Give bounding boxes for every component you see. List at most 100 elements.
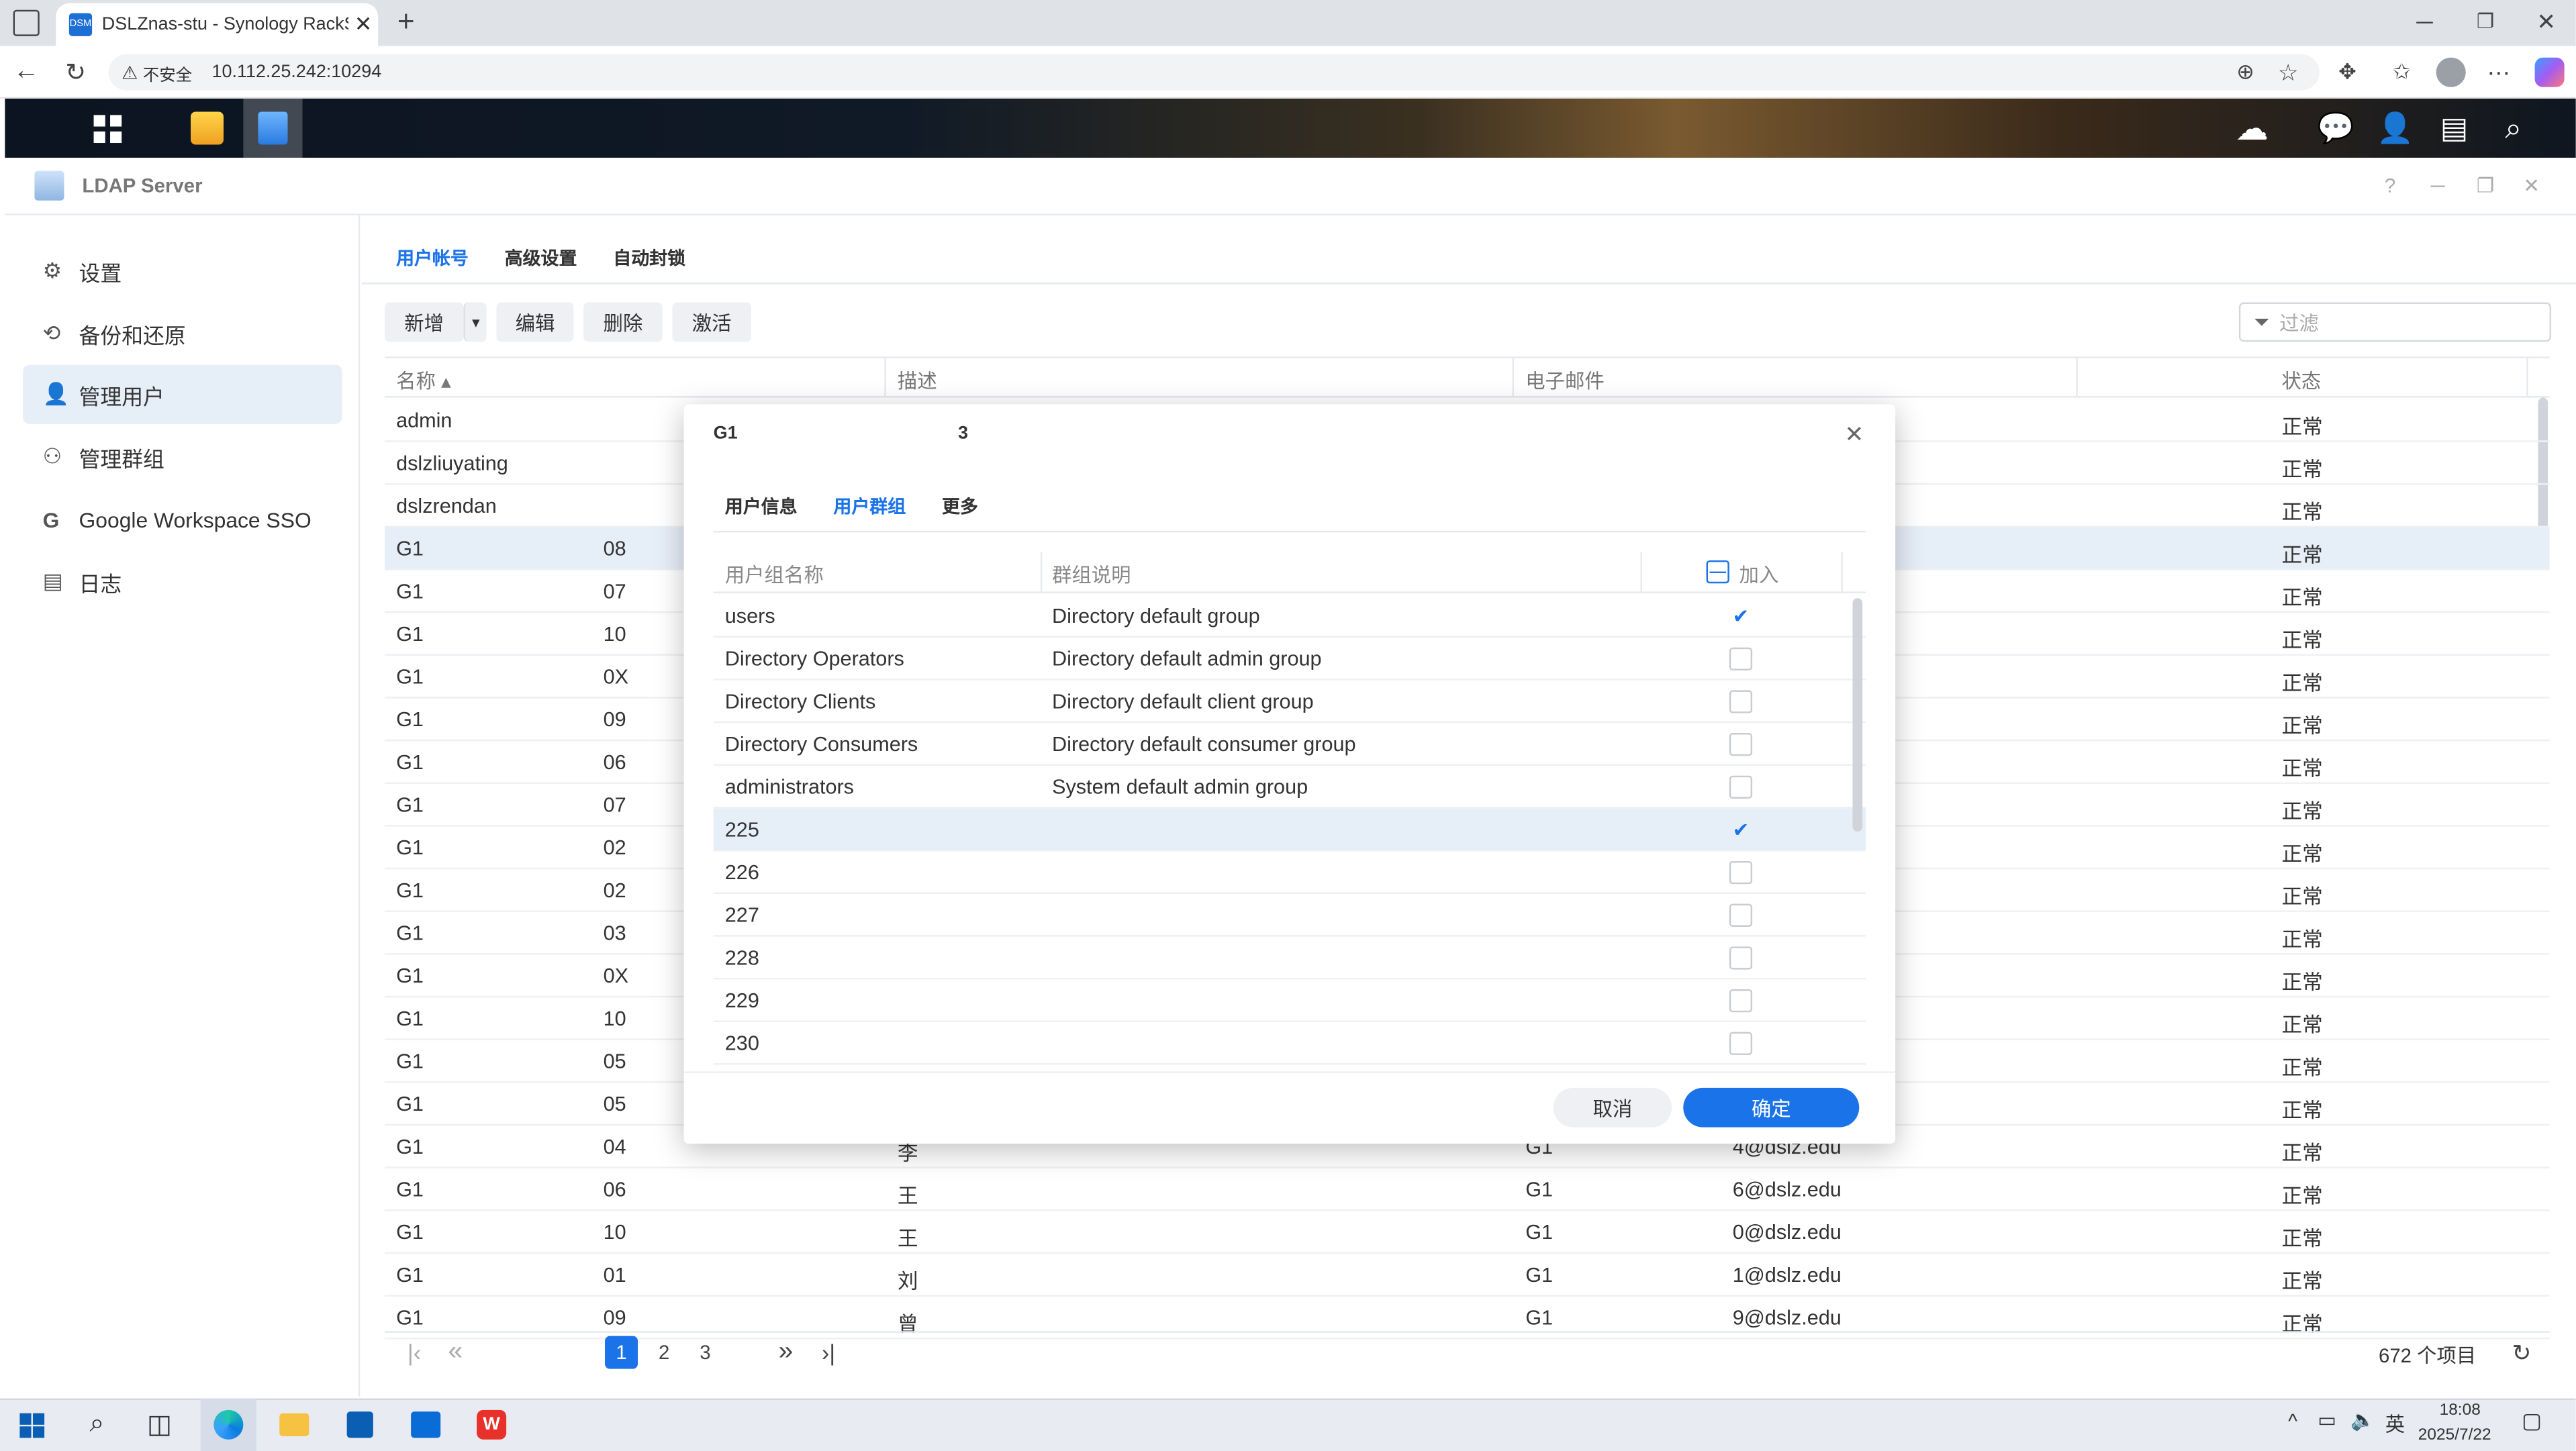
join-checkbox[interactable] [1729, 989, 1753, 1013]
favorite-star-icon[interactable]: ☆ [2275, 58, 2301, 85]
column-group-desc[interactable]: 群组说明 [1052, 560, 1131, 589]
column-status[interactable]: 状态 [2282, 366, 2322, 395]
zoom-icon[interactable]: ⊕ [2232, 59, 2258, 85]
table-row[interactable]: G1 01 刘 G1 1@dslz.edu 正常 [384, 1254, 2550, 1297]
window-close-icon[interactable]: ✕ [2520, 174, 2543, 197]
activate-button[interactable]: 激活 [672, 302, 751, 342]
back-icon[interactable]: ← [10, 56, 43, 89]
sidebar-item-backup[interactable]: ⟲ 备份和还原 [23, 304, 342, 363]
ldap-app-icon[interactable] [243, 98, 303, 158]
help-icon[interactable]: ? [2379, 174, 2401, 197]
windows-start-icon[interactable] [3, 1399, 59, 1451]
refresh-icon[interactable]: ↻ [59, 56, 92, 89]
add-dropdown-icon[interactable]: ▼ [463, 302, 487, 342]
more-menu-icon[interactable]: ⋯ [2485, 58, 2512, 85]
group-row[interactable]: 229 [713, 979, 1866, 1022]
wps-office-icon[interactable]: W [463, 1399, 519, 1451]
edit-button[interactable]: 编辑 [496, 302, 574, 342]
join-checkbox[interactable] [1729, 903, 1753, 927]
group-row[interactable]: Directory Clients Directory default clien… [713, 681, 1866, 723]
column-name[interactable]: 名称 ▴ [396, 366, 451, 395]
page-3-button[interactable]: 3 [689, 1336, 722, 1369]
new-tab-button[interactable]: + [391, 4, 421, 37]
last-page-icon[interactable]: ›| [815, 1338, 841, 1367]
group-row[interactable]: 225 ✔ [713, 808, 1866, 852]
join-checkbox[interactable] [1729, 861, 1753, 885]
cancel-button[interactable]: 取消 [1553, 1087, 1672, 1128]
notification-icon[interactable]: 💬 [2306, 99, 2365, 158]
dialog-tab-user-groups[interactable]: 用户群组 [833, 493, 906, 519]
close-tab-icon[interactable]: ✕ [348, 11, 378, 38]
filter-box[interactable]: ⏷ 过滤 [2238, 302, 2552, 342]
clock-time[interactable]: 18:08 [2440, 1402, 2481, 1420]
tab-user-accounts[interactable]: 用户帐号 [396, 245, 469, 271]
dialog-tab-more[interactable]: 更多 [942, 493, 978, 519]
notification-center-icon[interactable]: ▢ [2522, 1408, 2542, 1434]
sidebar-item-groups[interactable]: ⚇ 管理群组 [23, 428, 342, 487]
first-page-icon[interactable]: |‹ [401, 1338, 427, 1367]
taskbar-search-icon[interactable]: ⌕ [69, 1399, 125, 1451]
browser-tab[interactable]: DSM DSLZnas-stu - Synology RackStati ✕ [56, 3, 379, 46]
outlook-icon[interactable] [398, 1399, 454, 1451]
edge-browser-icon[interactable] [200, 1398, 256, 1451]
tab-auto-block[interactable]: 自动封锁 [613, 245, 685, 271]
join-checkbox[interactable] [1729, 690, 1753, 713]
table-row[interactable]: G1 06 王 G1 6@dslz.edu 正常 [384, 1168, 2550, 1211]
clock-date[interactable]: 2025/7/22 [2418, 1426, 2491, 1444]
group-row[interactable]: 226 [713, 851, 1866, 894]
page-1-button[interactable]: 1 [605, 1336, 638, 1369]
column-group-name[interactable]: 用户组名称 [725, 560, 824, 589]
window-minimize-icon[interactable]: ─ [2426, 174, 2449, 197]
group-scrollbar[interactable] [1852, 598, 1863, 832]
group-row[interactable]: Directory Operators Directory default adm… [713, 638, 1866, 681]
dialog-tab-user-info[interactable]: 用户信息 [725, 493, 798, 519]
window-maximize-icon[interactable]: ❐ [2474, 174, 2497, 197]
sidebar-item-users[interactable]: 👤 管理用户 [23, 364, 342, 424]
address-bar[interactable]: ⚠ 不安全 10.112.25.242:10294 [108, 54, 2320, 91]
sidebar-item-log[interactable]: ▤ 日志 [23, 552, 342, 611]
tab-actions-icon[interactable] [13, 9, 40, 36]
volume-icon[interactable]: 🔈 [2350, 1408, 2375, 1431]
group-row[interactable]: 230 [713, 1022, 1866, 1065]
join-checkbox[interactable] [1729, 647, 1753, 670]
table-row[interactable]: G1 09 曾 G1 9@dslz.edu 正常 [384, 1297, 2550, 1340]
delete-button[interactable]: 删除 [583, 302, 663, 342]
join-checkbox-checked[interactable]: ✔ [1729, 818, 1752, 841]
reload-icon[interactable]: ↻ [2508, 1338, 2534, 1367]
network-icon[interactable]: ▭ [2318, 1408, 2336, 1431]
group-row[interactable]: users Directory default group ✔ [713, 595, 1866, 638]
join-checkbox[interactable] [1729, 733, 1753, 756]
widgets-icon[interactable]: ▤ [2425, 99, 2484, 158]
add-button[interactable]: 新增 [384, 302, 464, 342]
group-row[interactable]: administrators System default admin group [713, 766, 1866, 809]
dialog-close-icon[interactable]: ✕ [1841, 420, 1867, 447]
group-row[interactable]: 228 [713, 937, 1866, 980]
ime-indicator[interactable]: 英 [2385, 1410, 2405, 1438]
minimize-window-icon[interactable]: ─ [2410, 7, 2440, 36]
profile-avatar[interactable] [2436, 57, 2466, 87]
column-email[interactable]: 电子邮件 [1525, 366, 1605, 395]
join-checkbox[interactable] [1729, 946, 1753, 970]
tray-chevron-icon[interactable]: ^ [2288, 1410, 2297, 1433]
task-view-icon[interactable]: ◫ [132, 1399, 187, 1451]
join-checkbox-checked[interactable]: ✔ [1729, 605, 1752, 628]
search-icon[interactable]: ⌕ [2484, 99, 2543, 158]
file-explorer-icon[interactable] [267, 1399, 322, 1451]
user-menu-icon[interactable]: 👤 [2365, 99, 2424, 158]
copilot-icon[interactable] [2534, 57, 2565, 87]
sidebar-item-google-sso[interactable]: G Google Workspace SSO [23, 490, 342, 549]
close-window-icon[interactable]: ✕ [2532, 7, 2561, 36]
join-checkbox[interactable] [1729, 775, 1753, 799]
microsoft-store-icon[interactable] [332, 1399, 388, 1451]
group-row[interactable]: Directory Consumers Directory default con… [713, 723, 1866, 766]
sidebar-item-settings[interactable]: ⚙ 设置 [23, 242, 342, 301]
favorites-icon[interactable]: ✩ [2389, 59, 2415, 85]
page-2-button[interactable]: 2 [648, 1336, 681, 1369]
main-menu-icon[interactable] [77, 99, 136, 158]
select-all-checkbox[interactable]: — [1706, 560, 1729, 584]
column-description[interactable]: 描述 [898, 366, 937, 395]
next-page-icon[interactable]: » [773, 1338, 799, 1367]
group-row[interactable]: 227 [713, 894, 1866, 937]
tab-advanced-settings[interactable]: 高级设置 [505, 245, 577, 271]
cloud-sync-icon[interactable]: ☁ [2222, 99, 2281, 158]
